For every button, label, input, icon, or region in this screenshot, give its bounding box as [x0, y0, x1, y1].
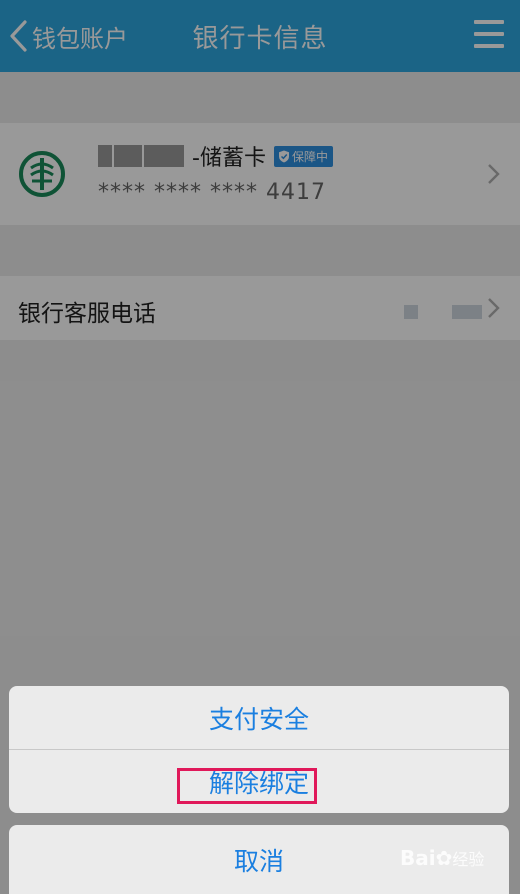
watermark-brand: Bai [400, 846, 436, 870]
pay-security-button[interactable]: 支付安全 [9, 686, 509, 749]
paw-icon: ✿ [435, 846, 453, 870]
watermark-suffix: 经验 [452, 850, 485, 869]
watermark: Bai✿经验 [400, 846, 484, 870]
highlight-annotation [177, 768, 317, 804]
